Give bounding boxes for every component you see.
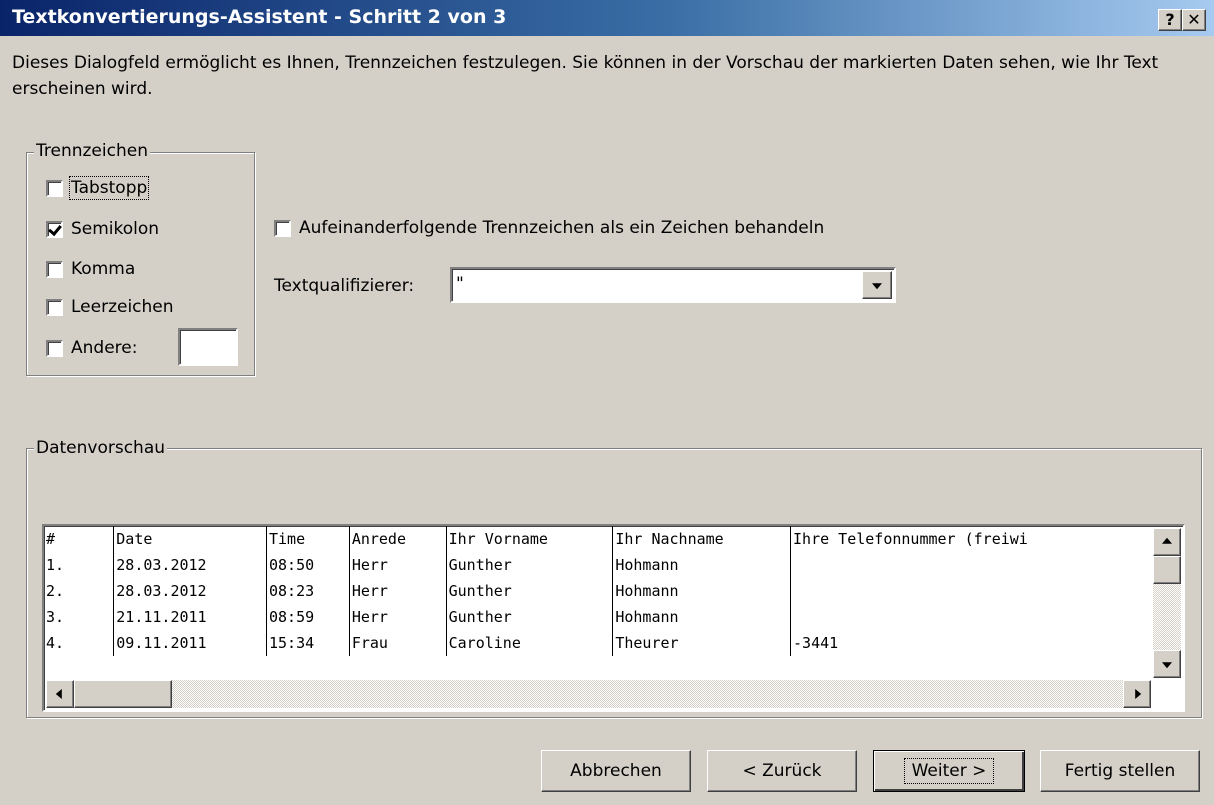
preview-row: 1. 28.03.2012 08:50 Herr Gunther Hohmann	[44, 552, 1150, 578]
preview-cell: 2.	[46, 582, 65, 600]
text-qualifier-value: "	[456, 274, 464, 294]
preview-cell: Gunther	[445, 552, 613, 578]
checkbox-semikolon[interactable]: Semikolon	[46, 219, 159, 239]
help-button[interactable]: ?	[1158, 9, 1182, 31]
next-button[interactable]: Weiter >	[873, 750, 1025, 792]
preview-cell: #	[46, 530, 56, 548]
preview-cell: Ihr Nachname	[612, 526, 791, 552]
scroll-down-button[interactable]	[1153, 650, 1181, 678]
preview-cell: 15:34	[265, 630, 350, 656]
preview-cell: Gunther	[445, 578, 613, 604]
preview-cell	[790, 552, 1150, 578]
text-qualifier-select[interactable]: "	[450, 267, 896, 303]
preview-cell: 28.03.2012	[113, 578, 267, 604]
preview-cell	[790, 578, 1150, 604]
back-button-label: < Zurück	[742, 761, 822, 781]
preview-row: 2. 28.03.2012 08:23 Herr Gunther Hohmann	[44, 578, 1150, 604]
horizontal-scroll-track[interactable]	[172, 680, 1123, 708]
help-icon: ?	[1165, 10, 1175, 29]
checkbox-komma[interactable]: Komma	[46, 259, 135, 279]
arrow-up-icon	[1162, 537, 1172, 544]
title-bar[interactable]: Textkonvertierungs-Assistent - Schritt 2…	[0, 0, 1214, 36]
next-button-label: Weiter >	[903, 758, 995, 784]
preview-row: 3. 21.11.2011 08:59 Herr Gunther Hohmann	[44, 604, 1150, 630]
preview-group-label: Datenvorschau	[34, 438, 168, 458]
preview-cell: Ihre Telefonnummer (freiwi	[790, 526, 1150, 552]
back-button[interactable]: < Zurück	[707, 750, 857, 792]
preview-cell: Date	[113, 526, 267, 552]
preview-cell: Herr	[348, 604, 447, 630]
data-preview[interactable]: # Date Time Anrede Ihr Vorname Ihr Nachn…	[42, 524, 1185, 712]
preview-cell: 08:59	[265, 604, 350, 630]
preview-viewport: # Date Time Anrede Ihr Vorname Ihr Nachn…	[44, 526, 1150, 678]
preview-cell: Caroline	[445, 630, 613, 656]
preview-cell: 09.11.2011	[113, 630, 267, 656]
cancel-button[interactable]: Abbrechen	[541, 750, 691, 792]
preview-cell: Herr	[348, 578, 447, 604]
arrow-right-icon	[1135, 689, 1142, 699]
preview-cell: 08:50	[265, 552, 350, 578]
preview-cell: 28.03.2012	[113, 552, 267, 578]
finish-button[interactable]: Fertig stellen	[1040, 750, 1200, 792]
preview-table: # Date Time Anrede Ihr Vorname Ihr Nachn…	[44, 526, 1150, 656]
delimiters-group-label: Trennzeichen	[34, 141, 150, 161]
preview-header-row: # Date Time Anrede Ihr Vorname Ihr Nachn…	[44, 526, 1150, 552]
preview-cell: 21.11.2011	[113, 604, 267, 630]
preview-cell: Hohmann	[612, 578, 791, 604]
arrow-down-icon	[1162, 662, 1172, 669]
checkbox-consecutive[interactable]: Aufeinanderfolgende Trennzeichen als ein…	[274, 218, 824, 238]
komma-label: Komma	[71, 259, 136, 279]
text-qualifier-dropdown-button[interactable]	[862, 271, 892, 299]
leerzeichen-checkbox-box[interactable]	[46, 298, 63, 316]
semikolon-checkbox-box[interactable]	[46, 220, 63, 238]
preview-cell: Hohmann	[612, 604, 791, 630]
andere-input[interactable]	[178, 328, 238, 366]
preview-cell: 4.	[46, 634, 65, 652]
komma-checkbox-box[interactable]	[46, 260, 63, 278]
checkbox-andere[interactable]: Andere:	[46, 338, 137, 358]
preview-cell: 3.	[46, 608, 65, 626]
close-button[interactable]: ✕	[1182, 9, 1206, 31]
preview-cell: Time	[265, 526, 350, 552]
close-icon: ✕	[1187, 10, 1201, 29]
preview-cell	[790, 604, 1150, 630]
arrow-left-icon	[55, 689, 62, 699]
preview-cell: Frau	[348, 630, 447, 656]
checkbox-tabstopp[interactable]: Tabstopp	[46, 176, 150, 200]
preview-cell: 08:23	[265, 578, 350, 604]
andere-label: Andere:	[71, 338, 138, 358]
scroll-right-button[interactable]	[1123, 680, 1151, 708]
semikolon-label: Semikolon	[71, 219, 160, 239]
vertical-scroll-thumb[interactable]	[1153, 556, 1181, 584]
text-qualifier-label: Textqualifizierer:	[274, 276, 415, 296]
tabstopp-checkbox-box[interactable]	[46, 179, 63, 197]
preview-cell: Ihr Vorname	[445, 526, 613, 552]
leerzeichen-label: Leerzeichen	[71, 297, 174, 317]
preview-row: 4. 09.11.2011 15:34 Frau Caroline Theure…	[44, 630, 1150, 656]
scroll-up-button[interactable]	[1153, 528, 1181, 556]
preview-cell: Anrede	[348, 526, 447, 552]
finish-button-label: Fertig stellen	[1064, 761, 1176, 781]
description-text: Dieses Dialogfeld ermöglicht es Ihnen, T…	[12, 53, 1159, 99]
vertical-scroll-track[interactable]	[1153, 584, 1181, 650]
preview-cell: Herr	[348, 552, 447, 578]
window-title: Textkonvertierungs-Assistent - Schritt 2…	[12, 6, 507, 28]
consecutive-label: Aufeinanderfolgende Trennzeichen als ein…	[299, 218, 825, 238]
preview-cell: Hohmann	[612, 552, 791, 578]
horizontal-scroll-thumb[interactable]	[74, 680, 172, 708]
preview-cell: 1.	[46, 556, 65, 574]
preview-cell: Theurer	[612, 630, 791, 656]
consecutive-checkbox-box[interactable]	[274, 219, 291, 237]
checkbox-leerzeichen[interactable]: Leerzeichen	[46, 297, 174, 317]
chevron-down-icon	[872, 283, 882, 290]
scroll-left-button[interactable]	[46, 680, 74, 708]
andere-checkbox-box[interactable]	[46, 339, 63, 357]
preview-cell: Gunther	[445, 604, 613, 630]
preview-cell: -3441	[790, 630, 1150, 656]
tabstopp-label: Tabstopp	[68, 176, 150, 200]
cancel-button-label: Abbrechen	[570, 761, 662, 781]
